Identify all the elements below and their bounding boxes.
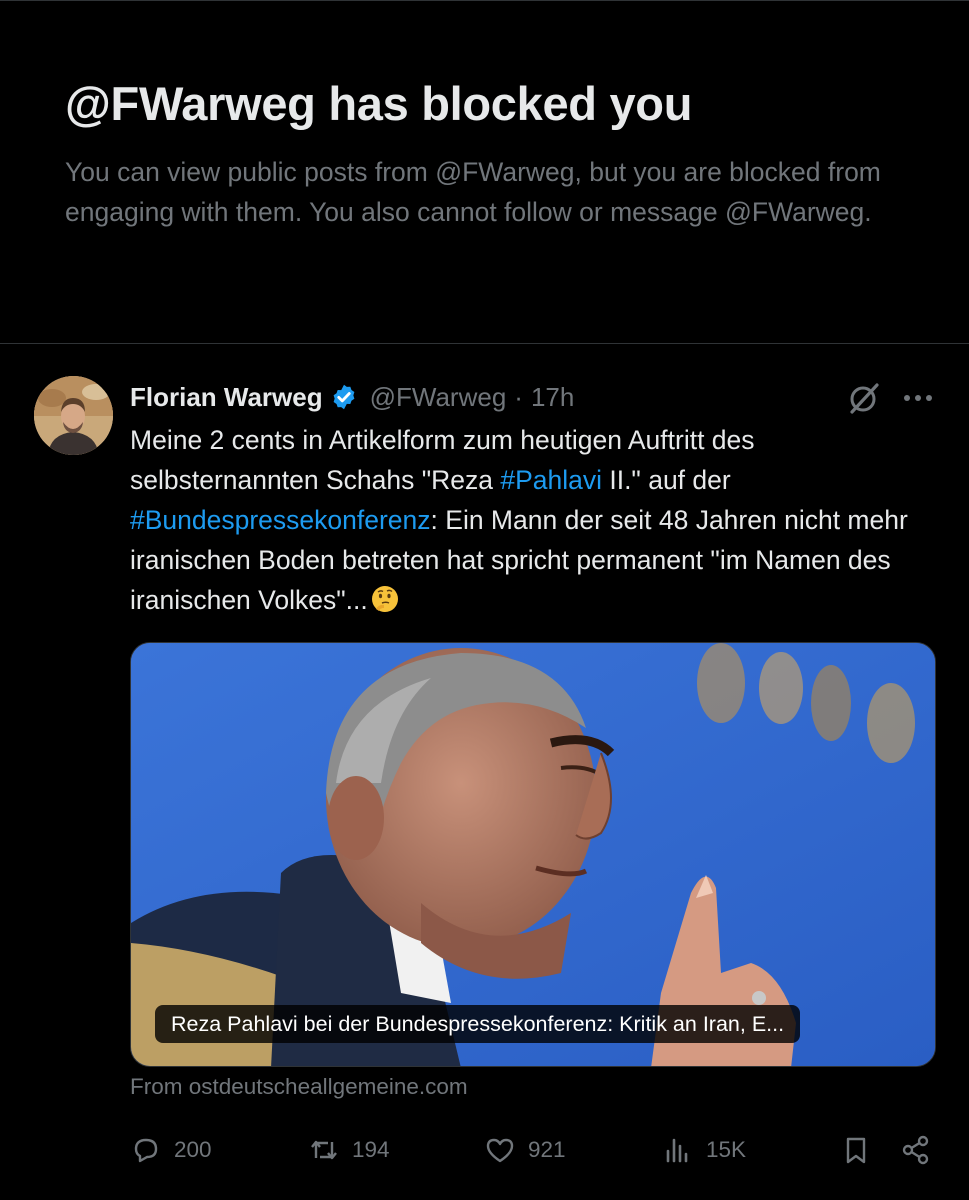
hashtag-link[interactable]: #Pahlavi: [500, 465, 602, 495]
bookmark-icon: [846, 1137, 866, 1164]
tweet-text: Meine 2 cents in Artikelform zum heutige…: [130, 420, 950, 620]
author-name[interactable]: Florian Warweg: [130, 382, 323, 413]
link-source[interactable]: From ostdeutscheallgemeine.com: [130, 1074, 468, 1100]
reply-icon: [134, 1138, 158, 1163]
repost-button[interactable]: 194: [308, 1130, 390, 1170]
views-button[interactable]: 15K: [662, 1130, 746, 1170]
blocked-description: You can view public posts from @FWarweg,…: [65, 157, 881, 227]
hashtag-link[interactable]: #Bundespressekonferenz: [130, 505, 431, 535]
like-button[interactable]: 921: [484, 1130, 566, 1170]
views-count: 15K: [706, 1137, 747, 1162]
share-icon: [902, 1135, 929, 1165]
views-icon: [666, 1138, 688, 1163]
blocked-title: @FWarweg has blocked you: [65, 77, 693, 130]
more-icon[interactable]: [902, 386, 934, 410]
tweet-timestamp[interactable]: 17h: [531, 382, 574, 413]
section-divider: [0, 343, 969, 344]
avatar[interactable]: [34, 376, 113, 455]
thinking-face-emoji: [371, 586, 398, 612]
author-handle[interactable]: @FWarweg: [370, 382, 507, 413]
avatar-image: [34, 376, 113, 455]
bookmark-button[interactable]: [840, 1130, 872, 1170]
verified-badge-icon[interactable]: [330, 383, 358, 411]
link-card-image: [131, 643, 935, 1066]
reply-count: 200: [174, 1137, 212, 1162]
like-count: 921: [528, 1137, 566, 1162]
repost-count: 194: [352, 1137, 390, 1162]
like-icon: [486, 1138, 514, 1163]
separator-dot: ·: [514, 381, 523, 412]
link-card[interactable]: Reza Pahlavi bei der Bundespressekonfere…: [130, 642, 936, 1067]
tweet-actions: 200 194 921 15K: [130, 1130, 940, 1170]
blocked-notice: @FWarweg has blocked you You can view pu…: [0, 0, 969, 345]
reply-button[interactable]: 200: [130, 1130, 212, 1170]
grok-icon[interactable]: [846, 380, 882, 416]
share-button[interactable]: [900, 1130, 932, 1170]
repost-icon: [311, 1140, 337, 1160]
tweet-header: Florian Warweg @FWarweg · 17h: [130, 378, 574, 416]
tweet-text-part: II." auf der: [601, 465, 731, 495]
link-card-caption[interactable]: Reza Pahlavi bei der Bundespressekonfere…: [155, 1005, 801, 1043]
